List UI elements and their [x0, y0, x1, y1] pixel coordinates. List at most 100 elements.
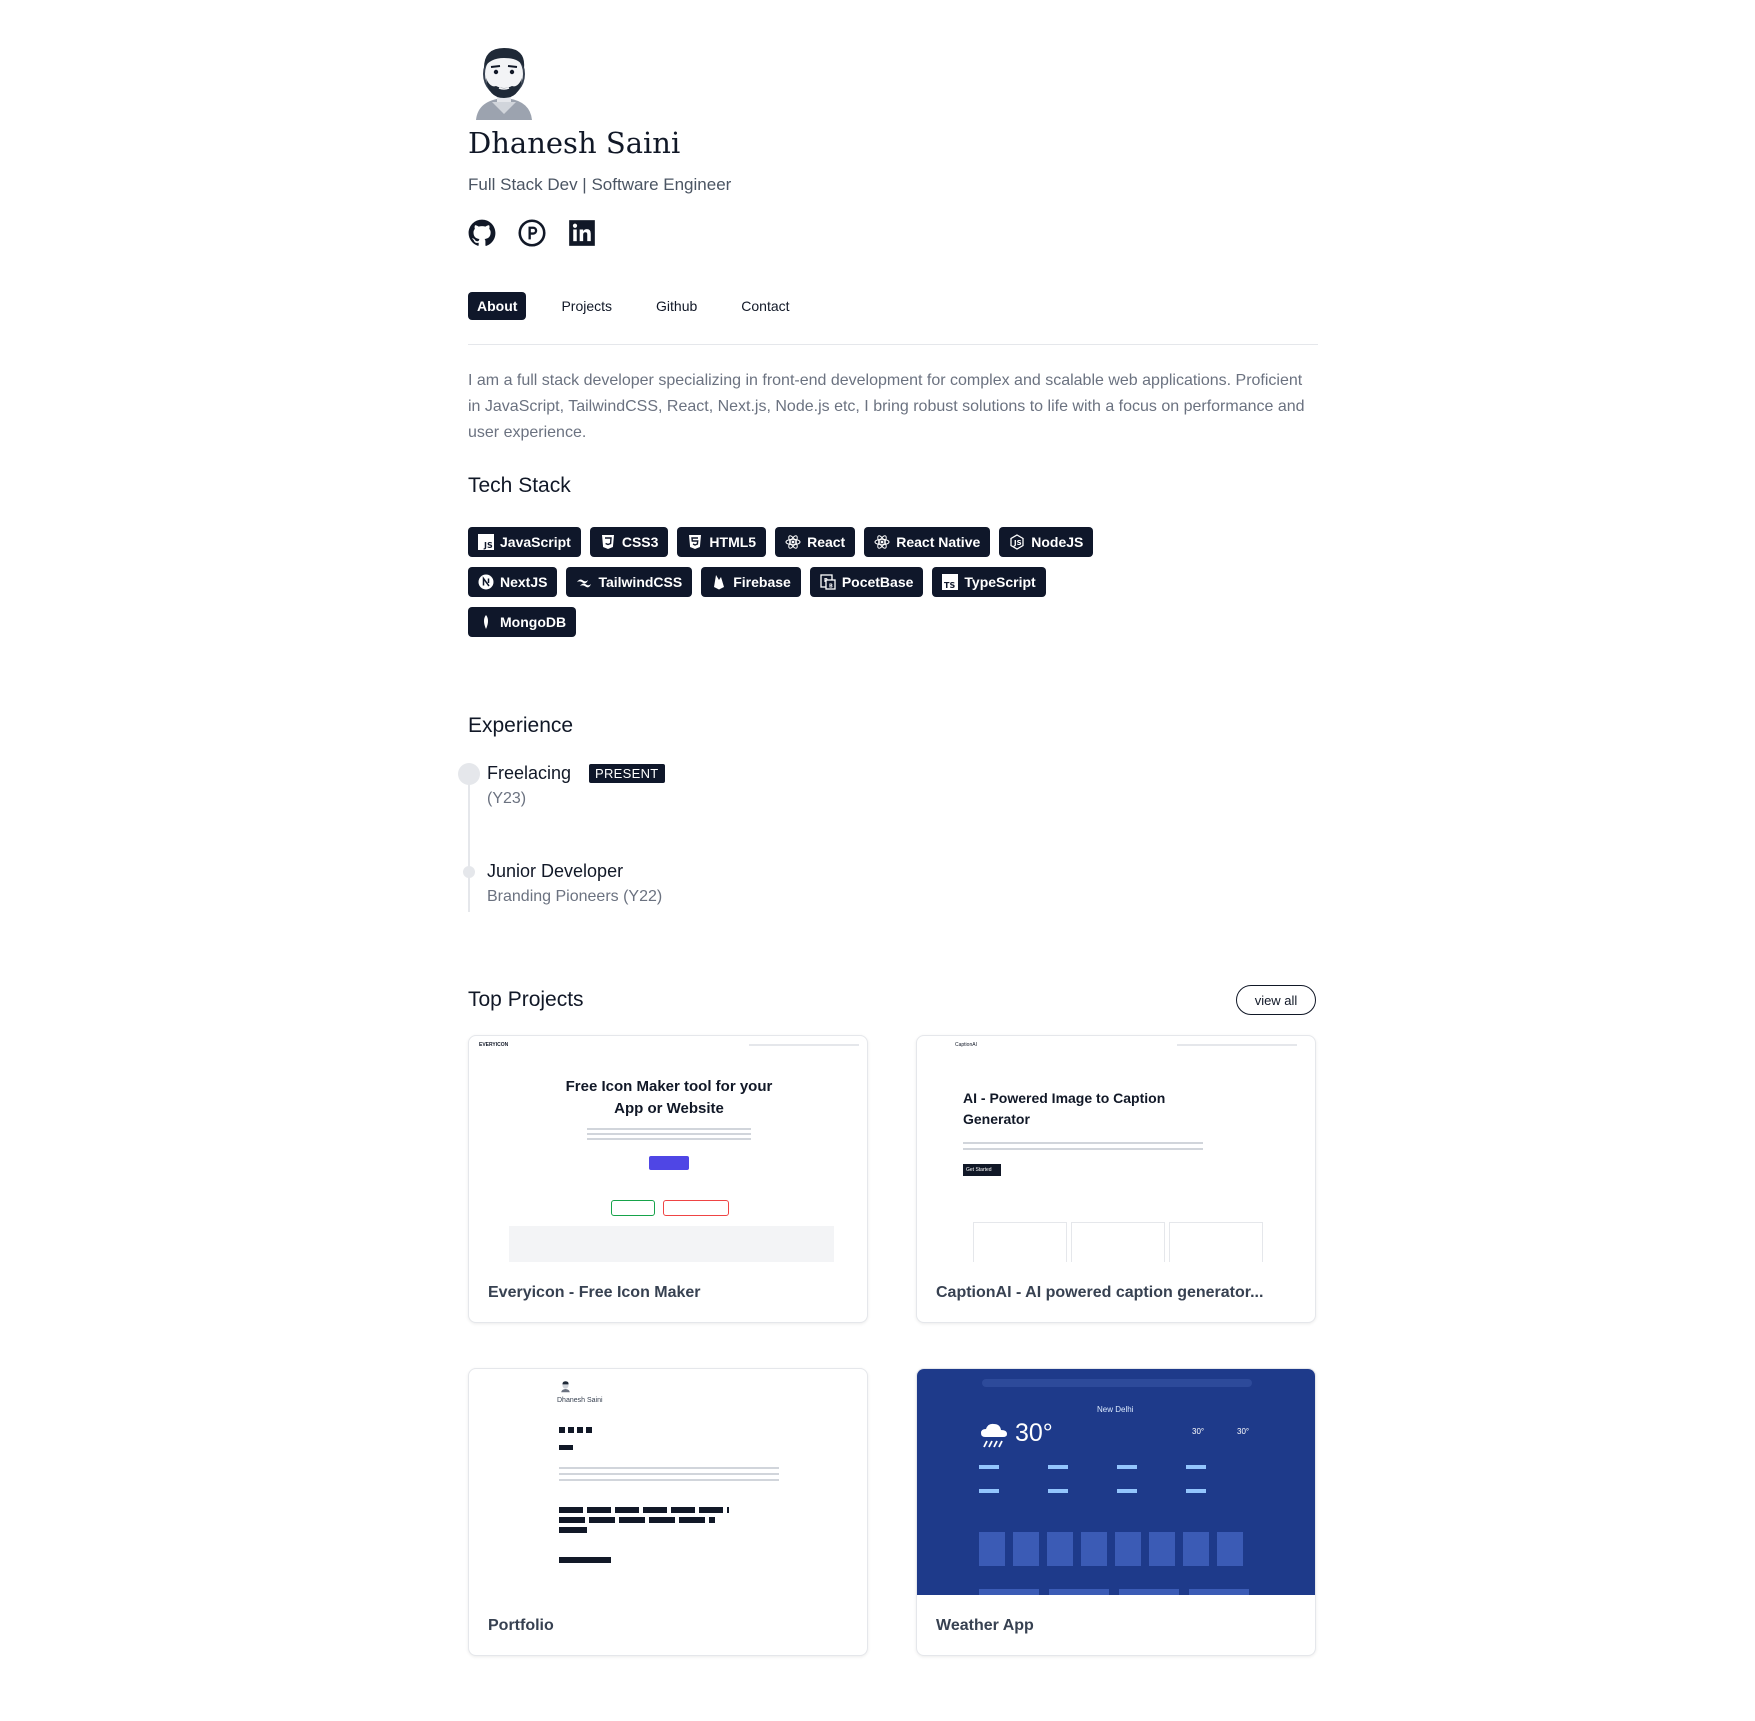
thumb-brand: CaptionAI: [955, 1042, 977, 1048]
tech-badge-react: React: [775, 527, 856, 557]
thumb-avatar: [561, 1381, 570, 1393]
tech-stack-list: JS JavaScript CSS3 HTML5 React React Nat…: [468, 527, 1148, 637]
tech-badge-javascript: JS JavaScript: [468, 527, 581, 557]
typescript-icon: TS: [942, 574, 959, 590]
thumb-nav: [749, 1044, 859, 1046]
thumb-cta: [649, 1156, 689, 1170]
avatar: [476, 48, 532, 120]
svg-text:JS: JS: [1013, 539, 1022, 547]
thumb-nav: [1177, 1044, 1297, 1046]
tech-badge-nextjs: NextJS: [468, 567, 558, 597]
thumb-details: [979, 1489, 1255, 1493]
nav-divider: [468, 344, 1318, 345]
about-text: I am a full stack developer specializing…: [468, 372, 1305, 441]
react-native-icon: [874, 535, 890, 549]
top-projects-heading: Top Projects: [468, 988, 584, 1011]
view-all-button[interactable]: view all: [1236, 985, 1316, 1015]
nodejs-icon: JS: [1010, 534, 1024, 550]
tab-contact[interactable]: Contact: [732, 292, 798, 320]
project-title: Everyicon - Free Icon Maker: [488, 1284, 701, 1301]
thumb-headline: AI - Powered Image to Caption Generator: [963, 1090, 1166, 1127]
nav-tabs: About Projects Github Contact: [468, 292, 809, 320]
project-thumbnail: EVERYICON Free Icon Maker tool for your …: [469, 1036, 867, 1262]
project-card[interactable]: CaptionAI AI - Powered Image to Caption …: [916, 1035, 1316, 1323]
thumb-details: [979, 1465, 1255, 1469]
svg-text:JS: JS: [483, 541, 493, 550]
thumb-badge-2: [663, 1200, 729, 1216]
tech-badge-mongodb: MongoDB: [468, 607, 577, 637]
thumb-week: [979, 1589, 1249, 1595]
github-icon[interactable]: [468, 219, 496, 247]
thumb-brand: EVERYICON: [479, 1042, 509, 1048]
experience-heading: Experience: [468, 714, 574, 737]
thumb-cta: Get Started: [963, 1164, 1001, 1176]
thumb-forecast: [979, 1532, 1249, 1566]
thumb-search-bar: [982, 1379, 1252, 1387]
tech-badge-firebase: Firebase: [701, 567, 801, 597]
project-title: Portfolio: [488, 1617, 554, 1634]
thumb-stat: 30°: [1237, 1427, 1250, 1436]
social-links: [468, 219, 596, 247]
thumb-text-lines: [587, 1128, 751, 1130]
tech-badge-css3: CSS3: [589, 527, 669, 557]
svg-text:P: P: [824, 578, 828, 584]
experience-title: Freelacing: [487, 763, 572, 783]
html5-icon: [689, 535, 702, 549]
thumb-experience: [559, 1557, 611, 1563]
thumb-headline: Free Icon Maker tool for your App or Web…: [565, 1078, 773, 1117]
tailwind-icon: [577, 579, 592, 588]
thumb-city: New Delhi: [1097, 1405, 1134, 1414]
project-title: Weather App: [936, 1617, 1034, 1634]
project-thumbnail: CaptionAI AI - Powered Image to Caption …: [917, 1036, 1315, 1262]
tab-projects[interactable]: Projects: [552, 292, 621, 320]
javascript-icon: JS: [478, 534, 494, 550]
firebase-icon: [714, 575, 725, 590]
thumb-text-lines: [963, 1142, 1203, 1144]
react-icon: [785, 535, 801, 549]
tech-badge-typescript: TS TypeScript: [932, 567, 1046, 597]
tech-badge-pocketbase: PB PocetBase: [809, 567, 924, 597]
experience-title: Junior Developer: [487, 861, 624, 881]
thumb-badge-1: [611, 1200, 655, 1216]
svg-text:TS: TS: [944, 581, 955, 590]
thumb-feature-card: [1169, 1222, 1263, 1262]
cloud-rain-icon: [981, 1423, 1007, 1448]
timeline-line: [468, 776, 470, 912]
thumb-tech-badges: [559, 1527, 587, 1533]
tech-badge-nodejs: JS NodeJS: [999, 527, 1094, 557]
thumb-feature-card: [973, 1222, 1067, 1262]
thumb-tech-badges: [559, 1507, 729, 1513]
profile-role: Full Stack Dev | Software Engineer: [468, 175, 732, 194]
linkedin-icon[interactable]: [568, 219, 596, 247]
tech-stack-heading: Tech Stack: [468, 474, 571, 497]
tech-badge-html5: HTML5: [677, 527, 767, 557]
thumb-tabs: [559, 1445, 573, 1450]
experience-period: (Y23): [487, 790, 527, 807]
tech-badge-react-native: React Native: [864, 527, 991, 557]
pocketbase-icon: PB: [820, 574, 836, 590]
svg-text:B: B: [829, 584, 833, 590]
thumb-tech-badges: [559, 1517, 715, 1523]
project-card[interactable]: EVERYICON Free Icon Maker tool for your …: [468, 1035, 868, 1323]
profile-name: Dhanesh Saini: [468, 126, 681, 160]
timeline-dot: [463, 866, 475, 878]
present-badge: PRESENT: [589, 764, 665, 783]
timeline-dot: [458, 763, 480, 785]
project-thumbnail: Dhanesh Saini: [469, 1369, 867, 1595]
project-card[interactable]: New Delhi 30° 30° 30° Weather App: [916, 1368, 1316, 1656]
producthunt-icon[interactable]: [518, 219, 546, 247]
nextjs-icon: [478, 574, 494, 590]
mongodb-icon: [484, 615, 488, 629]
thumb-stat: 30°: [1192, 1427, 1205, 1436]
experience-company: Branding Pioneers (Y22): [487, 888, 663, 905]
thumb-socials: [559, 1427, 593, 1433]
project-card[interactable]: Dhanesh Saini Portfolio: [468, 1368, 868, 1656]
css3-icon: [601, 535, 614, 549]
tab-about[interactable]: About: [468, 292, 527, 320]
thumb-name: Dhanesh Saini: [557, 1397, 603, 1404]
project-thumbnail: New Delhi 30° 30° 30°: [917, 1369, 1315, 1595]
tab-github[interactable]: Github: [647, 292, 706, 320]
thumb-preview: [509, 1226, 834, 1262]
thumb-temp: 30°: [1015, 1419, 1053, 1447]
project-title: CaptionAI - AI powered caption generator…: [936, 1284, 1264, 1301]
